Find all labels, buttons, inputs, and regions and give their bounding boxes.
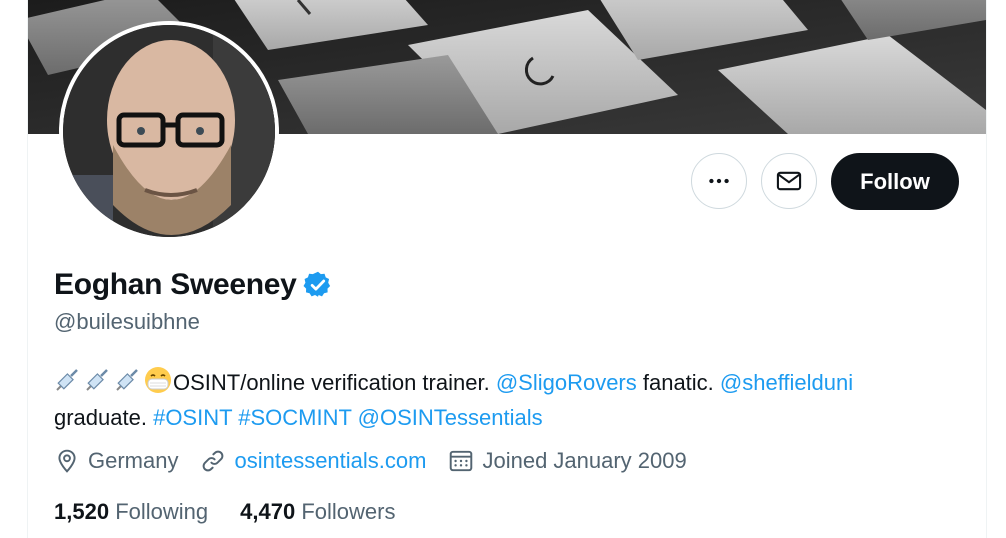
- syringe-icon: [114, 369, 140, 401]
- follow-button[interactable]: Follow: [831, 153, 959, 210]
- followers-count: 4,470: [240, 499, 296, 524]
- location-item: Germany: [54, 448, 178, 474]
- followers-label: Followers: [301, 499, 396, 524]
- face-with-medical-mask-icon: [144, 366, 172, 402]
- hashtag-link[interactable]: #OSINT: [153, 405, 232, 430]
- verified-badge-icon[interactable]: [303, 270, 333, 300]
- profile-name: Eoghan Sweeney: [54, 268, 297, 301]
- followers-stat[interactable]: 4,470 Followers: [240, 499, 395, 525]
- following-stat[interactable]: 1,520 Following: [54, 499, 208, 525]
- more-dots-icon: [709, 178, 729, 184]
- avatar-photo: [63, 25, 275, 237]
- profile-meta: Germany osintessentials.com Joined Janua…: [54, 448, 709, 474]
- mention-link[interactable]: @SligoRovers: [496, 370, 637, 395]
- more-options-button[interactable]: [691, 153, 747, 209]
- envelope-icon: [776, 171, 802, 191]
- link-icon: [203, 450, 224, 472]
- profile-bio: OSINT/online verification trainer. @Slig…: [54, 366, 954, 433]
- profile-name-row: Eoghan Sweeney: [54, 268, 333, 302]
- syringe-icon: [84, 369, 110, 401]
- profile-avatar[interactable]: [59, 21, 279, 241]
- website-item: osintessentials.com: [200, 448, 426, 474]
- hashtag-link[interactable]: #SOCMINT: [238, 405, 351, 430]
- message-button[interactable]: [761, 153, 817, 209]
- bio-text: OSINT/online verification trainer.: [173, 370, 496, 395]
- joined-text: Joined January 2009: [482, 448, 687, 473]
- bio-text: graduate.: [54, 405, 154, 430]
- profile-handle: @builesuibhne: [54, 309, 200, 334]
- mention-link[interactable]: @sheffielduni: [720, 370, 853, 395]
- profile-stats: 1,520 Following 4,470 Followers: [54, 499, 427, 525]
- joined-item: Joined January 2009: [448, 448, 687, 474]
- mention-link[interactable]: @OSINTessentials: [358, 405, 543, 430]
- website-link[interactable]: osintessentials.com: [234, 448, 426, 474]
- syringe-icon: [54, 369, 80, 401]
- location-text: Germany: [88, 448, 179, 473]
- calendar-icon: [450, 450, 473, 472]
- following-label: Following: [115, 499, 209, 524]
- bio-text: fanatic.: [636, 370, 720, 395]
- profile-card: Follow Eoghan Sweeney @builesuibhne OSIN…: [27, 0, 987, 538]
- following-count: 1,520: [54, 499, 110, 524]
- location-pin-icon: [58, 449, 76, 473]
